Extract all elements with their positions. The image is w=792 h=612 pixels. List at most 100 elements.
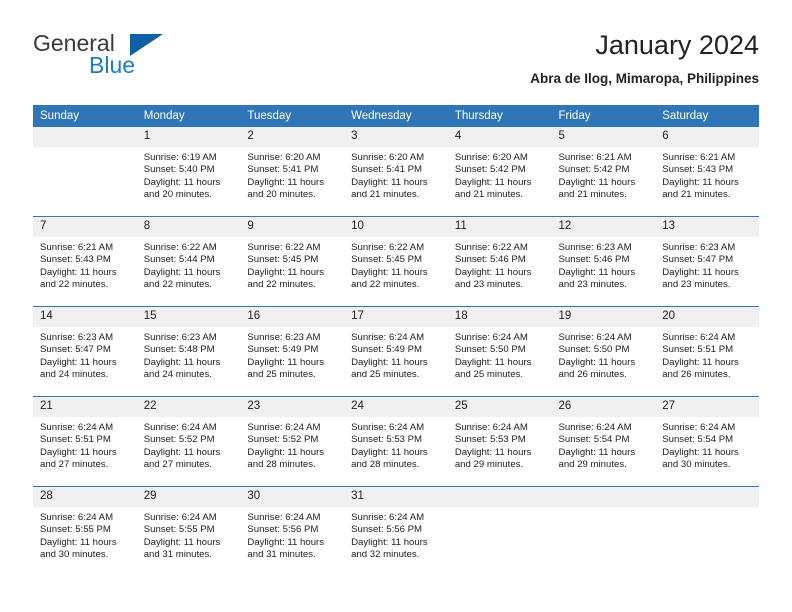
day-number: 14 [33,307,137,327]
calendar-day-cell[interactable]: 11 Sunrise: 6:22 AM Sunset: 5:46 PM Dayligh… [447,216,552,307]
calendar-day-cell[interactable]: 3 Sunrise: 6:20 AM Sunset: 5:41 PM Daylight… [344,127,448,217]
sunset-text: Sunset: 5:55 PM [40,524,111,536]
sunrise-text: Sunrise: 6:23 AM [662,242,736,253]
day-number: 21 [33,397,137,417]
calendar-day-cell[interactable]: 26 Sunrise: 6:24 AM Sunset: 5:54 PM Dayligh… [551,396,656,487]
calendar-day-cell[interactable]: 28 Sunrise: 6:24 AM Sunset: 5:55 PM Dayligh… [33,486,137,576]
day-details: Sunrise: 6:24 AM Sunset: 5:53 PM Daylight:… [344,417,448,472]
daylight-text-line2: and 25 minutes. [454,369,524,381]
daylight-text-line2: and 28 minutes. [247,459,316,471]
day-number: 22 [136,397,241,417]
general-blue-logo[interactable]: General Blue [33,30,233,82]
calendar-day-cell[interactable]: 19 Sunrise: 6:24 AM Sunset: 5:50 PM Dayligh… [551,306,656,397]
calendar-day-cell[interactable]: 9 Sunrise: 6:22 AM Sunset: 5:45 PM Daylight… [240,216,345,307]
day-number: 23 [240,397,345,417]
sunset-text: Sunset: 5:54 PM [662,434,734,446]
calendar-day-cell[interactable]: 30 Sunrise: 6:24 AM Sunset: 5:56 PM Dayligh… [240,486,345,576]
calendar-day-cell[interactable]: 12 Sunrise: 6:23 AM Sunset: 5:46 PM Dayligh… [551,216,656,307]
calendar-week-row: 28 Sunrise: 6:24 AM Sunset: 5:55 PM Dayligh… [33,486,759,576]
day-number: 30 [240,487,345,507]
calendar-day-cell[interactable]: 5 Sunrise: 6:21 AM Sunset: 5:42 PM Daylight… [551,127,656,217]
daylight-text-line1: Daylight: 11 hours [351,356,428,368]
calendar-header-row: Sunday Monday Tuesday Wednesday Thursday… [33,105,759,127]
calendar-day-cell[interactable]: 20 Sunrise: 6:24 AM Sunset: 5:51 PM Dayligh… [655,306,759,397]
calendar-day-cell[interactable]: 16 Sunrise: 6:23 AM Sunset: 5:49 PM Dayligh… [240,306,345,397]
daylight-text-line1: Daylight: 11 hours [143,266,221,278]
calendar-day-cell[interactable]: 25 Sunrise: 6:24 AM Sunset: 5:53 PM Dayligh… [447,396,552,487]
calendar-day-cell[interactable]: 27 Sunrise: 6:24 AM Sunset: 5:54 PM Dayligh… [655,396,759,487]
day-number: 13 [655,217,759,237]
day-details: Sunrise: 6:20 AM Sunset: 5:41 PM Daylight:… [344,147,448,202]
sunrise-text: Sunrise: 6:24 AM [662,332,736,343]
calendar-day-cell[interactable]: 22 Sunrise: 6:24 AM Sunset: 5:52 PM Dayligh… [136,396,241,487]
day-details: Sunrise: 6:22 AM Sunset: 5:44 PM Daylight:… [137,237,241,292]
day-number: 27 [655,397,759,417]
calendar-day-cell[interactable]: 17 Sunrise: 6:24 AM Sunset: 5:49 PM Dayligh… [344,306,448,397]
calendar-day-cell[interactable]: 15 Sunrise: 6:23 AM Sunset: 5:48 PM Dayligh… [136,306,241,397]
daylight-text-line1: Daylight: 11 hours [454,266,532,278]
day-details: Sunrise: 6:21 AM Sunset: 5:42 PM Daylight:… [552,147,656,202]
calendar-day-cell[interactable]: 7 Sunrise: 6:21 AM Sunset: 5:43 PM Daylight… [33,216,137,307]
title-block: January 2024 Abra de Ilog, Mimaropa, Phi… [530,28,759,87]
calendar-day-cell[interactable]: 21 Sunrise: 6:24 AM Sunset: 5:51 PM Dayligh… [33,396,137,487]
day-details: Sunrise: 6:23 AM Sunset: 5:46 PM Daylight:… [552,237,656,292]
daylight-text-line1: Daylight: 11 hours [143,356,221,368]
sunset-text: Sunset: 5:49 PM [247,344,319,356]
sunset-text: Sunset: 5:48 PM [143,344,215,356]
daylight-text-line2: and 23 minutes. [662,279,731,291]
sunrise-text: Sunrise: 6:24 AM [247,422,321,433]
sunset-text: Sunset: 5:45 PM [247,254,319,266]
day-number: 19 [551,307,656,327]
daylight-text-line2: and 31 minutes. [247,549,316,561]
calendar-day-cell[interactable]: 23 Sunrise: 6:24 AM Sunset: 5:52 PM Dayligh… [240,396,345,487]
calendar-day-cell[interactable]: 8 Sunrise: 6:22 AM Sunset: 5:44 PM Daylight… [136,216,241,307]
daylight-text-line1: Daylight: 11 hours [662,176,739,188]
day-number: 20 [655,307,759,327]
daylight-text-line1: Daylight: 11 hours [351,536,428,548]
calendar-day-cell[interactable]: 6 Sunrise: 6:21 AM Sunset: 5:43 PM Daylight… [655,127,759,217]
day-details: Sunrise: 6:24 AM Sunset: 5:51 PM Daylight:… [655,327,759,382]
sunset-text: Sunset: 5:47 PM [40,344,111,356]
calendar-day-cell[interactable]: 1 Sunrise: 6:19 AM Sunset: 5:40 PM Daylight… [136,127,241,217]
day-details: Sunrise: 6:22 AM Sunset: 5:45 PM Daylight:… [344,237,448,292]
daylight-text-line2: and 20 minutes. [143,189,212,201]
day-number: 31 [344,487,448,507]
daylight-text-line1: Daylight: 11 hours [351,266,428,278]
day-number: 28 [33,487,137,507]
sunrise-text: Sunrise: 6:23 AM [143,332,217,343]
page-title: January 2024 [595,30,759,60]
calendar-day-cell[interactable]: 10 Sunrise: 6:22 AM Sunset: 5:45 PM Dayligh… [344,216,448,307]
daylight-text-line2: and 28 minutes. [351,459,420,471]
calendar-day-cell[interactable]: 18 Sunrise: 6:24 AM Sunset: 5:50 PM Dayligh… [447,306,552,397]
day-details: Sunrise: 6:24 AM Sunset: 5:53 PM Daylight:… [448,417,552,472]
daylight-text-line2: and 23 minutes. [558,279,627,291]
calendar-day-cell-empty [655,486,759,576]
logo-text-blue: Blue [89,52,136,78]
day-details: Sunrise: 6:20 AM Sunset: 5:41 PM Daylight:… [240,147,344,202]
calendar-day-cell[interactable]: 14 Sunrise: 6:23 AM Sunset: 5:47 PM Dayligh… [33,306,137,397]
sunset-text: Sunset: 5:46 PM [558,254,630,266]
calendar-day-cell[interactable]: 13 Sunrise: 6:23 AM Sunset: 5:47 PM Dayligh… [655,216,759,307]
daylight-text-line2: and 24 minutes. [143,369,212,381]
weekday-header-friday: Friday [551,105,656,127]
day-number [33,127,137,147]
day-number: 15 [136,307,241,327]
day-number [551,487,656,507]
calendar-day-cell[interactable]: 24 Sunrise: 6:24 AM Sunset: 5:53 PM Dayligh… [344,396,448,487]
calendar-day-cell[interactable]: 4 Sunrise: 6:20 AM Sunset: 5:42 PM Daylight… [447,127,552,217]
sunrise-text: Sunrise: 6:24 AM [40,422,114,433]
daylight-text-line1: Daylight: 11 hours [247,446,325,458]
day-number [447,487,552,507]
calendar-day-cell[interactable]: 31 Sunrise: 6:24 AM Sunset: 5:56 PM Dayligh… [344,486,448,576]
day-details: Sunrise: 6:24 AM Sunset: 5:49 PM Daylight:… [344,327,448,382]
sunrise-text: Sunrise: 6:24 AM [143,422,217,433]
daylight-text-line1: Daylight: 11 hours [558,446,636,458]
weekday-header-monday: Monday [136,105,241,127]
day-details: Sunrise: 6:23 AM Sunset: 5:49 PM Daylight:… [240,327,344,382]
sunrise-text: Sunrise: 6:20 AM [351,152,425,163]
calendar-day-cell[interactable]: 2 Sunrise: 6:20 AM Sunset: 5:41 PM Daylight… [240,127,345,217]
sunset-text: Sunset: 5:44 PM [143,254,215,266]
calendar-day-cell[interactable]: 29 Sunrise: 6:24 AM Sunset: 5:55 PM Dayligh… [136,486,241,576]
sunrise-text: Sunrise: 6:23 AM [558,242,632,253]
daylight-text-line1: Daylight: 11 hours [40,266,117,278]
